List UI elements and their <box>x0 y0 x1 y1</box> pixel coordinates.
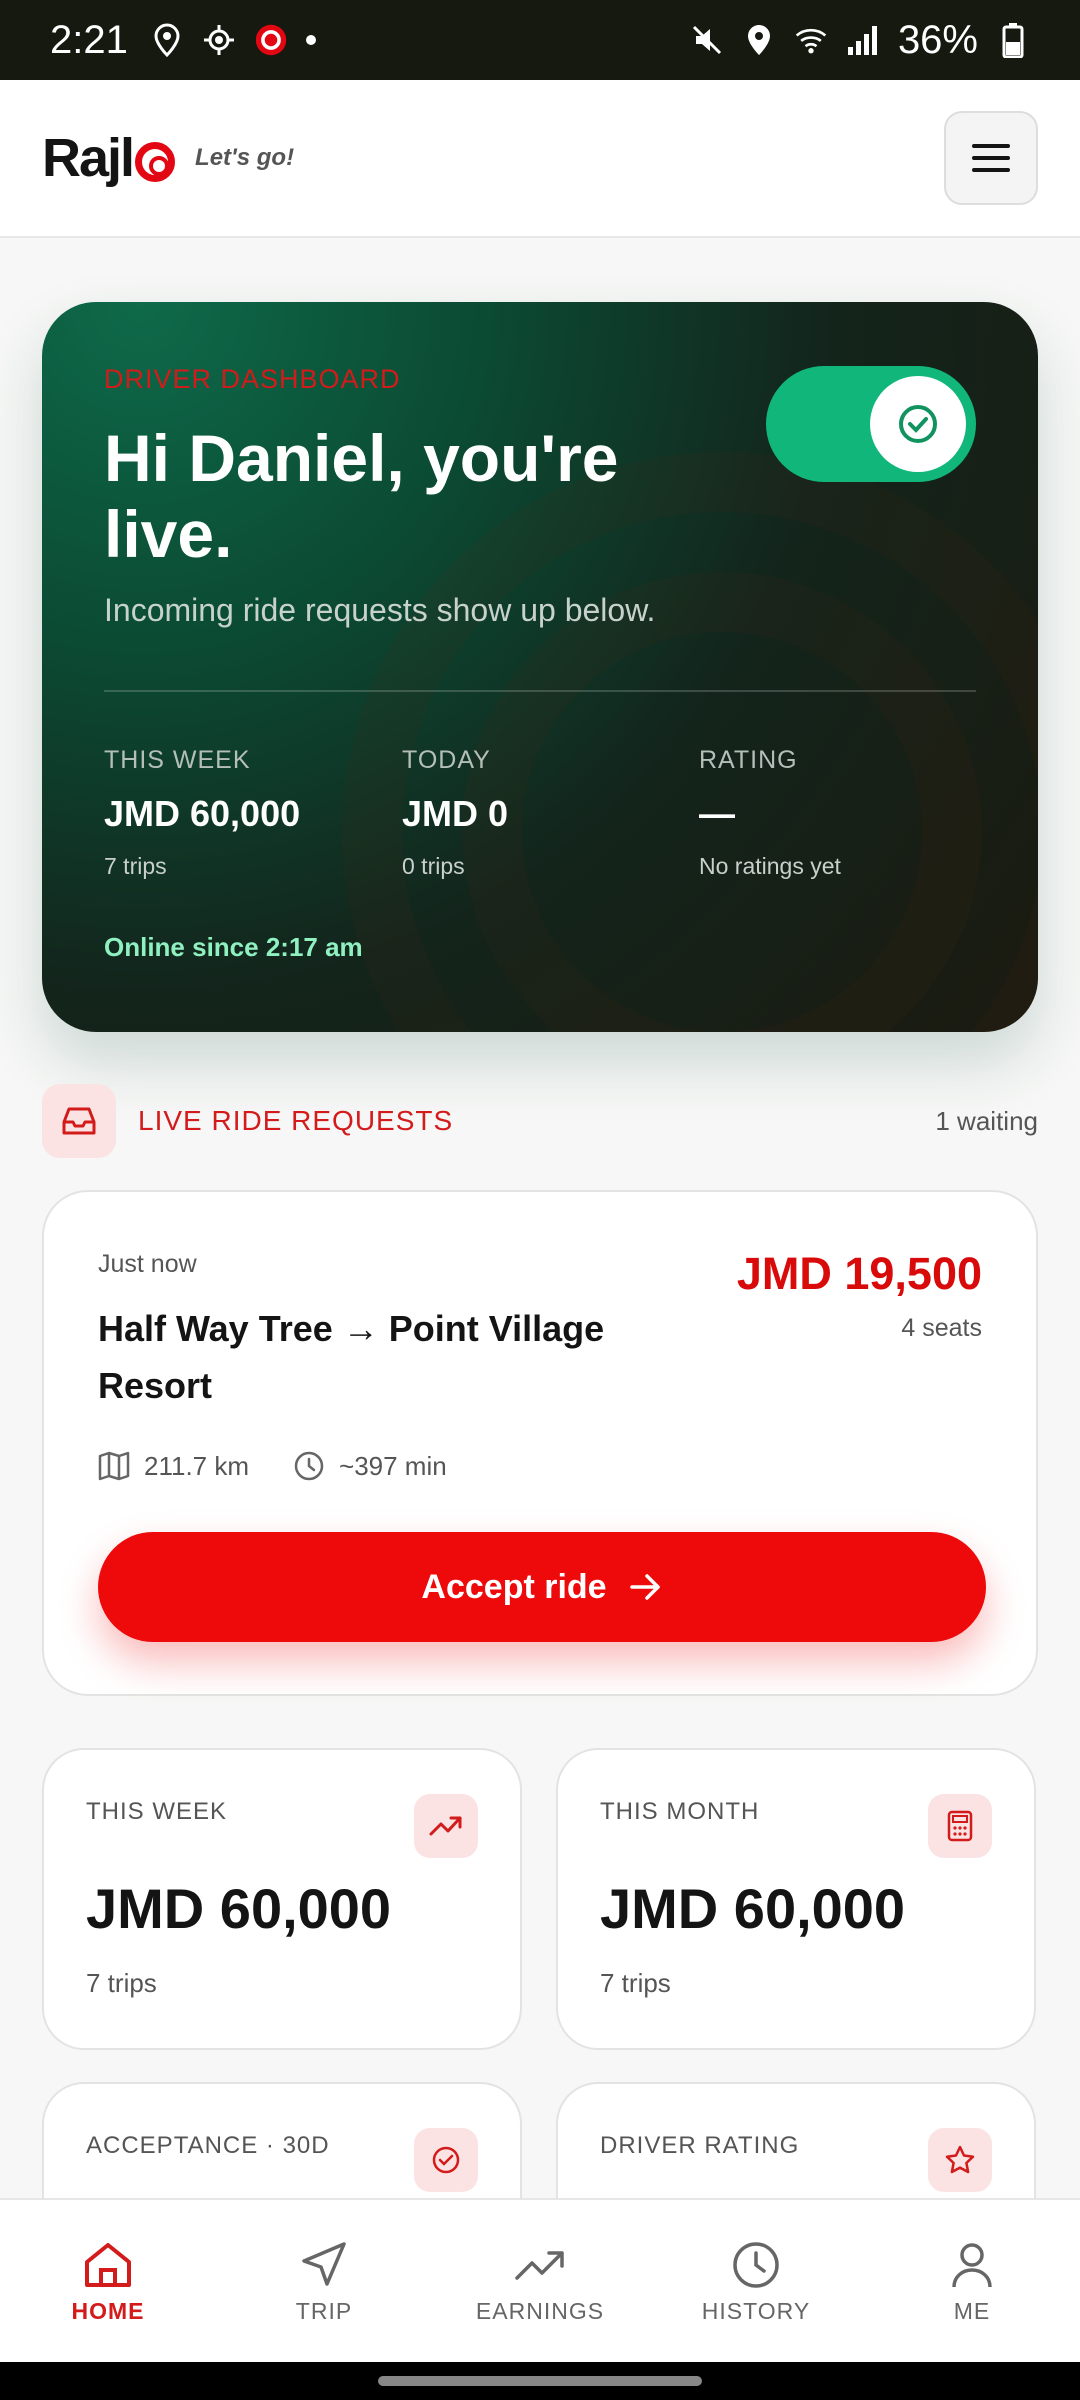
divider <box>104 690 976 692</box>
trending-up-icon <box>515 2250 564 2280</box>
ride-duration: ~397 min <box>339 1450 447 1481</box>
live-requests-header: LIVE RIDE REQUESTS 1 waiting <box>42 1084 1038 1158</box>
hamburger-icon <box>972 144 1010 148</box>
clock-icon <box>733 2241 779 2288</box>
duration-item: ~397 min <box>293 1450 447 1482</box>
card-this-week[interactable]: THIS WEEK JMD 60,000 7 trips <box>42 1748 522 2050</box>
driver-dashboard-card: DRIVER DASHBOARD Hi Daniel, you're live.… <box>42 302 1038 1032</box>
greeting-subtitle: Incoming ride requests show up below. <box>104 592 656 628</box>
home-gesture-pill[interactable] <box>378 2376 702 2386</box>
check-circle-icon <box>899 405 937 443</box>
battery-percent: 36% <box>897 17 978 62</box>
accept-ride-button[interactable]: Accept ride <box>98 1532 986 1642</box>
online-since: Online since 2:17 am <box>104 932 363 962</box>
nav-earnings[interactable]: EARNINGS <box>440 2238 640 2325</box>
user-icon <box>952 2242 992 2287</box>
signal-icon <box>846 23 880 57</box>
gps-icon <box>202 23 236 57</box>
stat-rating: RATING — No ratings yet <box>699 746 841 879</box>
waiting-count: 1 waiting <box>935 1105 1038 1136</box>
toggle-knob <box>870 376 966 472</box>
stat-this-week: THIS WEEK JMD 60,000 7 trips <box>104 746 301 879</box>
accept-ride-label: Accept ride <box>421 1567 607 1606</box>
ride-seats: 4 seats <box>901 1314 982 1342</box>
logo-o-icon <box>135 142 176 182</box>
request-time: Just now <box>98 1250 197 1278</box>
app-notification-icon <box>254 23 288 57</box>
greeting-title: Hi Daniel, you're live. <box>104 421 619 571</box>
more-notifications-dot <box>305 35 316 45</box>
location-icon <box>742 23 776 57</box>
location-icon <box>150 23 184 57</box>
distance-item: 211.7 km <box>98 1451 249 1482</box>
nav-history[interactable]: HISTORY <box>656 2238 856 2325</box>
home-icon <box>85 2242 131 2287</box>
status-time: 2:21 <box>50 17 128 62</box>
rajlo-logo[interactable]: Rajl <box>42 127 176 189</box>
check-circle-icon <box>414 2128 478 2192</box>
inbox-icon <box>42 1084 116 1158</box>
trending-up-icon <box>414 1794 478 1858</box>
menu-button[interactable] <box>944 111 1038 205</box>
brand-name: Rajl <box>42 128 135 188</box>
status-bar: 2:21 36% <box>0 0 1080 80</box>
calculator-icon <box>928 1794 992 1858</box>
system-nav-bar <box>0 2362 1080 2400</box>
arrow-right-icon <box>629 1574 660 1600</box>
mute-icon <box>690 23 724 57</box>
online-toggle[interactable] <box>766 366 976 482</box>
ride-price: JMD 19,500 <box>736 1248 982 1299</box>
stat-today: TODAY JMD 0 0 trips <box>402 746 509 879</box>
wifi-icon <box>794 23 828 57</box>
nav-home[interactable]: HOME <box>8 2238 208 2325</box>
nav-trip[interactable]: TRIP <box>224 2238 424 2325</box>
nav-me[interactable]: ME <box>872 2238 1072 2325</box>
clock-icon <box>294 1451 324 1481</box>
bottom-nav: HOME TRIP EARNINGS HISTORY ME <box>0 2198 1080 2362</box>
battery-icon <box>996 23 1030 58</box>
tagline: Let's go! <box>195 144 295 171</box>
app-header: Rajl Let's go! <box>0 80 1080 238</box>
ride-meta: 211.7 km ~397 min <box>98 1450 491 1482</box>
ride-request-card[interactable]: Just now Half Way Tree → Point Village R… <box>42 1190 1038 1696</box>
navigation-arrow-icon <box>302 2241 346 2286</box>
dashboard-eyebrow: DRIVER DASHBOARD <box>104 364 401 394</box>
card-this-month[interactable]: THIS MONTH JMD 60,000 7 trips <box>556 1748 1036 2050</box>
ride-distance: 211.7 km <box>144 1450 250 1481</box>
star-icon <box>928 2128 992 2192</box>
live-requests-title: LIVE RIDE REQUESTS <box>138 1105 454 1136</box>
ride-route: Half Way Tree → Point Village Resort <box>98 1308 605 1406</box>
map-icon <box>98 1451 130 1481</box>
